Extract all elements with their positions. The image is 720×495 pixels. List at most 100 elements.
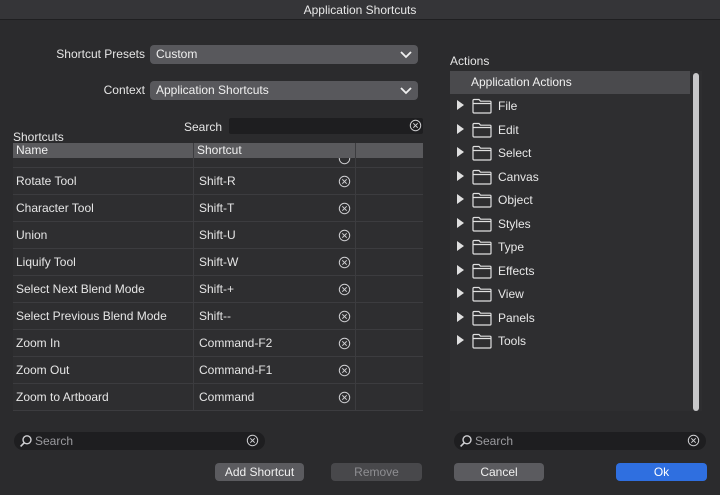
row-name: Select Previous Blend Mode xyxy=(16,309,167,323)
table-row[interactable]: Zoom In Command-F2 xyxy=(13,330,423,357)
tree-item-label: Styles xyxy=(498,216,531,231)
clear-icon[interactable] xyxy=(338,391,351,404)
disclosure-arrow-icon[interactable] xyxy=(456,241,464,251)
clear-icon[interactable] xyxy=(687,434,700,447)
tree-item-view[interactable]: View xyxy=(450,283,690,305)
clear-icon[interactable] xyxy=(338,310,351,323)
tree-item-panels[interactable]: Panels xyxy=(450,307,690,329)
scrollbar-thumb[interactable] xyxy=(693,73,699,411)
tree-item-canvas[interactable]: Canvas xyxy=(450,166,690,188)
shortcuts-table: Name Shortcut Rotate Tool Shift-R Charac… xyxy=(13,143,423,411)
remove-button[interactable]: Remove xyxy=(331,463,422,481)
row-shortcut[interactable]: Shift-+ xyxy=(199,276,234,302)
clear-icon[interactable] xyxy=(338,152,351,165)
row-name: Zoom Out xyxy=(16,363,70,377)
tree-item-label: Object xyxy=(498,193,533,207)
row-shortcut[interactable]: Shift-R xyxy=(199,168,236,194)
row-shortcut[interactable]: Shift-W xyxy=(199,249,238,275)
clear-icon[interactable] xyxy=(338,202,351,215)
left-search-placeholder: Search xyxy=(35,434,74,448)
tree-item-label: Tools xyxy=(498,334,527,348)
search-input[interactable] xyxy=(229,118,423,134)
right-search-placeholder: Search xyxy=(475,434,514,448)
tree-item-styles[interactable]: Styles xyxy=(450,213,690,235)
context-label: Context xyxy=(103,83,145,97)
tree-item-label: View xyxy=(498,287,524,301)
disclosure-arrow-icon[interactable] xyxy=(456,194,464,204)
table-row[interactable]: Character Tool Shift-T xyxy=(13,195,423,222)
clear-icon[interactable] xyxy=(338,364,351,377)
left-search-input[interactable]: Search xyxy=(14,432,265,450)
tree-item-select[interactable]: Select xyxy=(450,142,690,164)
clear-icon[interactable] xyxy=(409,119,422,132)
disclosure-arrow-icon[interactable] xyxy=(456,100,464,110)
context-value: Application Shortcuts xyxy=(156,83,269,97)
folder-icon xyxy=(472,239,492,255)
tree-item-type[interactable]: Type xyxy=(450,236,690,258)
tree-item-label: File xyxy=(498,99,518,113)
table-row[interactable]: Select Next Blend Mode Shift-+ xyxy=(13,276,423,303)
folder-icon xyxy=(472,98,492,114)
table-row[interactable]: Liquify Tool Shift-W xyxy=(13,249,423,276)
tree-item-tools[interactable]: Tools xyxy=(450,330,690,352)
tree-item-edit[interactable]: Edit xyxy=(450,119,690,141)
clear-icon[interactable] xyxy=(246,434,259,447)
disclosure-arrow-icon[interactable] xyxy=(456,123,464,134)
table-row[interactable]: Zoom Out Command-F1 xyxy=(13,357,423,384)
chevron-down-icon xyxy=(400,87,412,95)
folder-icon xyxy=(472,192,492,208)
row-name: Zoom to Artboard xyxy=(16,390,109,404)
row-shortcut[interactable]: Command xyxy=(199,384,254,410)
row-shortcut[interactable]: Shift-T xyxy=(199,195,234,221)
row-shortcut[interactable]: Command-F2 xyxy=(199,330,272,356)
row-shortcut[interactable]: Shift-U xyxy=(199,222,236,248)
folder-icon xyxy=(472,333,492,349)
disclosure-arrow-icon[interactable] xyxy=(456,217,464,228)
row-name: Rotate Tool xyxy=(16,174,77,188)
folder-icon xyxy=(472,286,492,302)
table-row[interactable]: Union Shift-U xyxy=(13,222,423,249)
tree-item-file[interactable]: File xyxy=(450,95,690,117)
tree-item-object[interactable]: Object xyxy=(450,189,690,211)
right-search-input[interactable]: Search xyxy=(454,432,706,450)
presets-select[interactable]: Custom xyxy=(150,45,418,64)
row-name: Zoom In xyxy=(16,336,61,350)
row-shortcut[interactable]: Command-F1 xyxy=(199,357,272,383)
row-name: Character Tool xyxy=(16,201,94,215)
clear-icon[interactable] xyxy=(338,283,351,296)
clear-icon[interactable] xyxy=(338,256,351,269)
folder-icon xyxy=(472,122,492,138)
clear-icon[interactable] xyxy=(338,337,351,350)
ok-button[interactable]: Ok xyxy=(616,463,707,481)
table-row[interactable] xyxy=(13,143,423,168)
disclosure-arrow-icon[interactable] xyxy=(456,264,464,275)
folder-icon xyxy=(472,310,492,326)
row-name: Union xyxy=(16,228,48,242)
actions-section-label: Actions xyxy=(450,54,490,68)
chevron-down-icon xyxy=(400,51,412,59)
actions-root[interactable]: Application Actions xyxy=(450,71,690,94)
window-title: Application Shortcuts xyxy=(0,0,720,20)
actions-tree: Application Actions File Edit Select Can… xyxy=(450,71,702,411)
cancel-button[interactable]: Cancel xyxy=(454,463,544,481)
disclosure-arrow-icon[interactable] xyxy=(456,147,464,157)
presets-value: Custom xyxy=(156,47,198,61)
disclosure-arrow-icon[interactable] xyxy=(456,288,464,298)
table-row[interactable]: Zoom to Artboard Command xyxy=(13,384,423,411)
tree-item-effects[interactable]: Effects xyxy=(450,260,690,282)
disclosure-arrow-icon[interactable] xyxy=(456,311,464,322)
row-name: Liquify Tool xyxy=(16,255,76,269)
row-shortcut[interactable]: Shift-- xyxy=(199,303,231,329)
context-select[interactable]: Application Shortcuts xyxy=(150,81,418,100)
clear-icon[interactable] xyxy=(338,229,351,242)
add-shortcut-button[interactable]: Add Shortcut xyxy=(215,463,304,481)
table-row[interactable]: Select Previous Blend Mode Shift-- xyxy=(13,303,423,330)
disclosure-arrow-icon[interactable] xyxy=(456,335,464,345)
tree-item-label: Canvas xyxy=(498,169,539,184)
table-row[interactable]: Rotate Tool Shift-R xyxy=(13,168,423,195)
clear-icon[interactable] xyxy=(338,175,351,188)
actions-scrollbar[interactable] xyxy=(690,71,702,411)
disclosure-arrow-icon[interactable] xyxy=(456,170,464,181)
column-divider xyxy=(193,143,194,411)
folder-icon xyxy=(472,169,492,185)
